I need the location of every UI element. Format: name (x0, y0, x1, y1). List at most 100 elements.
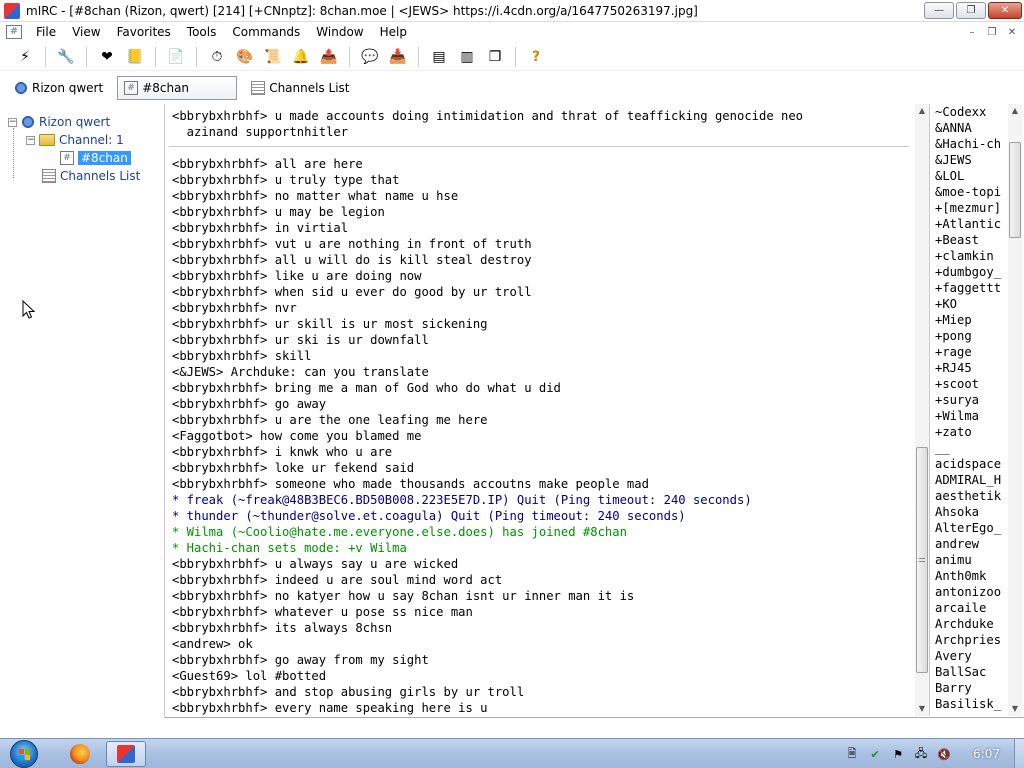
favorites-icon[interactable]: ❤ (96, 46, 118, 68)
nick-item[interactable]: +[mezmur] (932, 200, 1008, 216)
nick-item[interactable]: Archpries (932, 632, 1008, 648)
chat-scroll-thumb[interactable] (916, 447, 928, 673)
tree-item-channels-list[interactable]: Channels List (42, 168, 140, 184)
nick-item[interactable]: Barry (932, 680, 1008, 696)
nick-item[interactable]: antonizoo (932, 584, 1008, 600)
nick-item[interactable]: AlterEgo_ (932, 520, 1008, 536)
options-icon[interactable]: 🔧 (55, 46, 77, 68)
collapse-toggle[interactable]: − (26, 135, 35, 145)
switchbar-channels-list[interactable]: Channels List (245, 76, 355, 100)
nick-item[interactable]: +surya (932, 392, 1008, 408)
nick-item[interactable]: +Miep (932, 312, 1008, 328)
nick-item[interactable]: +faggettt (932, 280, 1008, 296)
menu-view[interactable]: View (64, 25, 108, 39)
chat-scrollbar[interactable]: ▲ ▼ (915, 104, 929, 716)
nick-item[interactable]: +rage (932, 344, 1008, 360)
scroll-down-icon[interactable]: ▼ (915, 702, 929, 716)
nick-item[interactable]: +clamkin (932, 248, 1008, 264)
nick-item[interactable]: __ (932, 440, 1008, 456)
nick-item[interactable]: arcaile (932, 600, 1008, 616)
dcc-chat-icon[interactable]: 💬 (359, 46, 381, 68)
nick-list[interactable]: ~Codexx &ANNA &Hachi-ch &JEWS &LOL &moe-topi +… (932, 104, 1008, 716)
action-center-flag-icon[interactable]: ⚑ (890, 746, 906, 762)
tree-item-server[interactable]: − Rizon qwert (8, 114, 110, 130)
nick-item[interactable]: &Hachi-ch (932, 136, 1008, 152)
scroll-up-icon[interactable]: ▲ (1008, 104, 1022, 118)
nick-item[interactable]: Archduke (932, 616, 1008, 632)
nick-item[interactable]: &JEWS (932, 152, 1008, 168)
menu-favorites[interactable]: Favorites (109, 25, 179, 39)
menu-window[interactable]: Window (308, 25, 371, 39)
document-icon[interactable]: 🗎 (844, 746, 860, 762)
nick-item[interactable]: +zato (932, 424, 1008, 440)
help-icon[interactable]: ? (525, 46, 547, 68)
colors-icon[interactable]: 🎨 (234, 46, 256, 68)
mdi-close-button[interactable]: ✕ (1004, 25, 1020, 39)
network-icon[interactable]: 🖧 (913, 746, 929, 762)
received-files-icon[interactable]: 📥 (387, 46, 409, 68)
nick-item[interactable]: acidspace (932, 456, 1008, 472)
message-input[interactable] (164, 717, 1024, 737)
address-book-icon[interactable]: 📒 (124, 46, 146, 68)
switchbar-server-rizon[interactable]: Rizon qwert (8, 76, 109, 100)
maximize-button[interactable]: ❐ (956, 2, 986, 19)
nick-item[interactable]: +KO (932, 296, 1008, 312)
nick-item[interactable]: Basilisk_ (932, 696, 1008, 712)
show-desktop-button[interactable] (1014, 739, 1024, 768)
chat-window[interactable]: <bbrybxhrbhf> u made accounts doing inti… (164, 104, 930, 716)
close-button[interactable]: ✕ (988, 2, 1022, 19)
menu-tools[interactable]: Tools (179, 25, 225, 39)
tile-horizontal-icon[interactable]: ▤ (428, 46, 450, 68)
collapse-toggle[interactable]: − (8, 117, 17, 127)
chat-event-quit: * freak (~freak@48B3BEC6.BD50B008.223E5E… (172, 493, 752, 507)
clock[interactable]: 6:07 (973, 747, 1000, 761)
nick-item[interactable]: &ANNA (932, 120, 1008, 136)
mdi-minimize-button[interactable]: – (964, 25, 980, 39)
tree-item-8chan[interactable]: # #8chan (60, 150, 131, 166)
nick-item[interactable]: BallSac (932, 664, 1008, 680)
nick-item[interactable]: ~Codexx (932, 104, 1008, 120)
nick-item[interactable]: +Atlantic (932, 216, 1008, 232)
taskbar-firefox[interactable] (60, 741, 100, 767)
nick-item[interactable]: &moe-topi (932, 184, 1008, 200)
nick-item[interactable]: +Wilma (932, 408, 1008, 424)
tile-vertical-icon[interactable]: ▥ (456, 46, 478, 68)
nick-item[interactable]: Avery (932, 648, 1008, 664)
tree-item-channel-folder[interactable]: − Channel: 1 (26, 132, 124, 148)
nick-item[interactable]: andrew (932, 536, 1008, 552)
nick-item[interactable]: +RJ45 (932, 360, 1008, 376)
timer-icon[interactable]: ⏱ (206, 46, 228, 68)
minimize-button[interactable]: — (924, 2, 954, 19)
nick-item[interactable]: +dumbgoy_ (932, 264, 1008, 280)
taskbar-mirc[interactable] (106, 741, 146, 767)
nick-item[interactable]: &LOL (932, 168, 1008, 184)
menu-file[interactable]: File (28, 25, 64, 39)
logs-icon[interactable]: 📄 (165, 46, 187, 68)
nick-scrollbar[interactable]: ▲ ▼ (1008, 104, 1022, 716)
volume-muted-icon[interactable]: 🔇 (936, 746, 952, 762)
nick-item[interactable]: +scoot (932, 376, 1008, 392)
nick-item[interactable]: +Beast (932, 232, 1008, 248)
security-icon[interactable]: ✔ (867, 746, 883, 762)
nick-item[interactable]: Ahsoka (932, 504, 1008, 520)
nick-item[interactable]: animu (932, 552, 1008, 568)
notify-icon[interactable]: 🔔 (290, 46, 312, 68)
dcc-send-icon[interactable]: 📤 (318, 46, 340, 68)
scroll-down-icon[interactable]: ▼ (1008, 702, 1022, 716)
nick-item[interactable]: +pong (932, 328, 1008, 344)
menu-help[interactable]: Help (372, 25, 415, 39)
connect-icon[interactable]: ⚡ (14, 46, 36, 68)
menu-commands[interactable]: Commands (224, 25, 308, 39)
nick-item[interactable]: ADMIRAL_H (932, 472, 1008, 488)
mdi-restore-button[interactable]: ❐ (984, 25, 1000, 39)
mirc-app-icon[interactable] (4, 2, 20, 19)
cascade-icon[interactable]: ❐ (484, 46, 506, 68)
child-window-icon[interactable]: # (6, 25, 22, 39)
scripts-icon[interactable]: 📜 (262, 46, 284, 68)
nick-item[interactable]: Anth0mk (932, 568, 1008, 584)
start-button[interactable] (6, 739, 42, 768)
scroll-up-icon[interactable]: ▲ (915, 104, 929, 118)
nick-item[interactable]: aesthetik (932, 488, 1008, 504)
switchbar-channel-8chan[interactable]: # #8chan (117, 76, 238, 100)
nick-scroll-thumb[interactable] (1009, 142, 1021, 238)
